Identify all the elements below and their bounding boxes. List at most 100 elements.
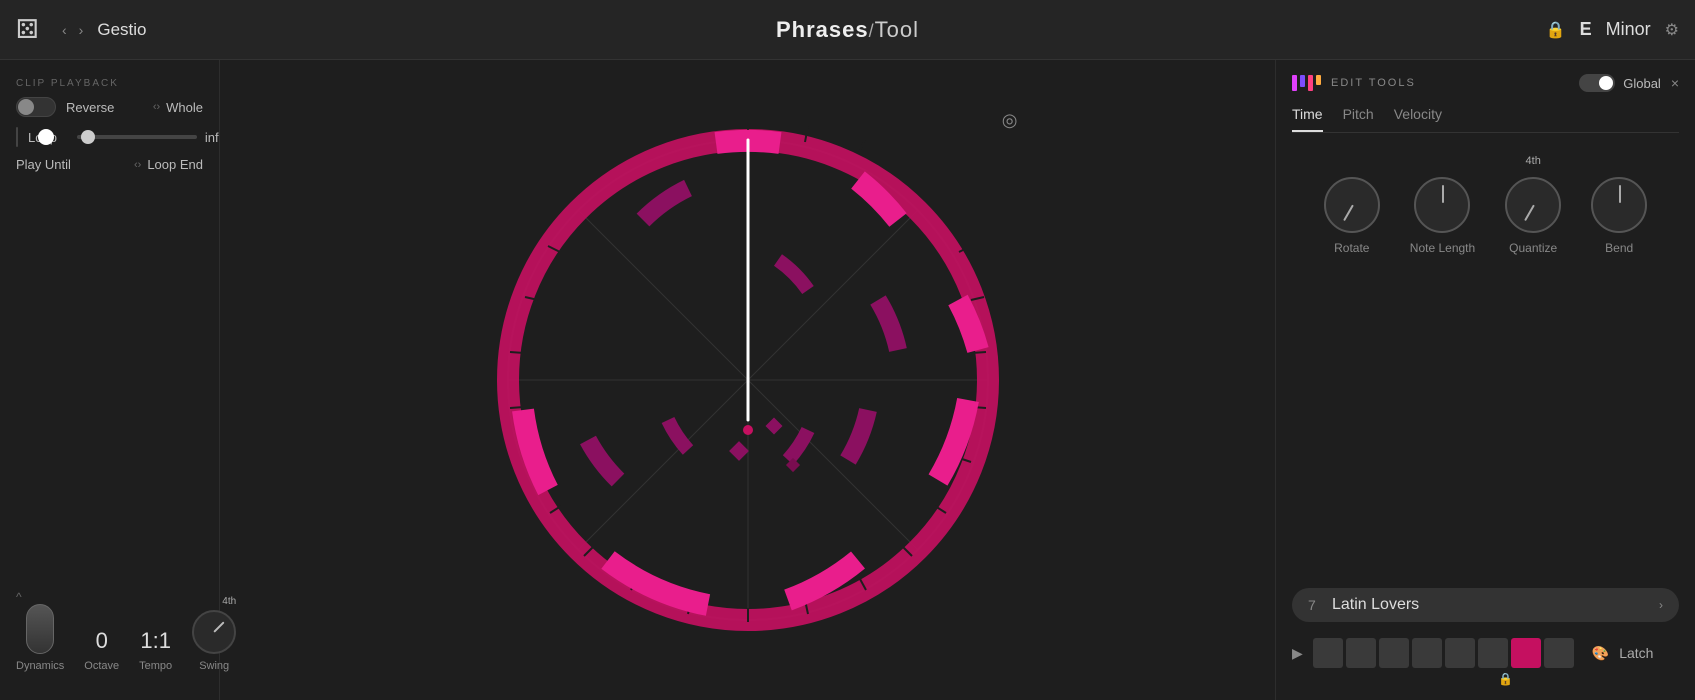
header-right: 🔒 E Minor ⚙ (1479, 19, 1679, 40)
key-mode[interactable]: Minor (1606, 19, 1651, 40)
spacer (1292, 295, 1679, 588)
loop-row: Loop inf (16, 127, 203, 147)
loop-end-value: Loop End (147, 157, 203, 172)
seq-lock-icon[interactable]: 🔒 (1498, 672, 1513, 686)
circular-sequencer-svg[interactable] (468, 100, 1028, 660)
bar4-icon (1316, 75, 1321, 85)
bottom-controls: Dynamics 0 Octave 1:1 Tempo 4th Swing (16, 604, 203, 682)
app-title: Gestio (97, 20, 146, 40)
seq-block-3[interactable] (1379, 638, 1409, 668)
tempo-value: 1:1 (140, 628, 171, 654)
global-label: Global (1623, 76, 1661, 91)
slider-value: inf (205, 130, 219, 145)
bar3-icon (1308, 75, 1313, 91)
dynamics-control: Dynamics (16, 604, 64, 672)
note-length-label: Note Length (1410, 241, 1475, 255)
phrase-selector[interactable]: 7 Latin Lovers › (1292, 588, 1679, 622)
reverse-row: Reverse ‹› Whole (16, 97, 203, 117)
bar1-icon (1292, 75, 1297, 91)
gear-icon[interactable]: ⚙ (1665, 20, 1679, 40)
header-left: ⚄ ‹ › Gestio (16, 14, 216, 46)
left-panel: CLIP PLAYBACK Reverse ‹› Whole Loop (0, 60, 220, 700)
note-length-knob[interactable] (1414, 177, 1470, 233)
seq-icons: 🎨 (1592, 645, 1609, 662)
loop-slider[interactable] (77, 135, 197, 139)
bend-label: Bend (1605, 241, 1633, 255)
seq-block-7[interactable] (1511, 638, 1541, 668)
header: ⚄ ‹ › Gestio Phrases/Tool 🔒 E Minor ⚙ (0, 0, 1695, 60)
bend-knob[interactable] (1591, 177, 1647, 233)
bar2-icon (1300, 75, 1305, 87)
whole-select[interactable]: ‹› Whole (153, 100, 203, 115)
whole-chevrons-icon: ‹› (153, 101, 160, 113)
tab-velocity[interactable]: Velocity (1394, 106, 1442, 132)
quantize-sublabel: 4th (1526, 155, 1541, 167)
rotate-control: Rotate (1324, 177, 1380, 255)
slider-thumb (81, 130, 95, 144)
rotate-label: Rotate (1334, 241, 1369, 255)
loop-end-select[interactable]: ‹› Loop End (134, 157, 203, 172)
seq-block-6[interactable] (1478, 638, 1508, 668)
edit-tools-header: EDIT TOOLS Global × (1292, 74, 1679, 92)
seq-block-8[interactable] (1544, 638, 1574, 668)
center-panel: ◎ (220, 60, 1275, 700)
circle-diagram: ◎ (468, 100, 1028, 660)
edit-tools-tabs: Time Pitch Velocity (1292, 106, 1679, 133)
note-length-control: Note Length (1410, 177, 1475, 255)
tab-time[interactable]: Time (1292, 106, 1323, 132)
tool-label: Tool (875, 17, 919, 42)
phrase-dropdown-icon: › (1659, 598, 1663, 612)
phrase-name: Latin Lovers (1332, 596, 1649, 614)
right-panel: EDIT TOOLS Global × Time Pitch Velocity … (1275, 60, 1695, 700)
play-until-row: Play Until ‹› Loop End (16, 157, 203, 172)
knob-grid: Rotate Note Length 4th Quantize (1292, 151, 1679, 265)
loop-end-chevrons-icon: ‹› (134, 159, 141, 171)
quantize-label: Quantize (1509, 241, 1557, 255)
play-button[interactable]: ▶ (1292, 645, 1303, 662)
seq-blocks (1313, 638, 1574, 668)
rotate-knob[interactable] (1324, 177, 1380, 233)
quantize-control: 4th Quantize (1505, 161, 1561, 255)
bend-control: Bend (1591, 177, 1647, 255)
nav-back-button[interactable]: ‹ (58, 20, 71, 40)
color-palette-icon[interactable]: 🎨 (1592, 645, 1609, 662)
bottom-section: ^ Dynamics 0 Octave 1:1 Tempo 4th (16, 590, 203, 682)
sequencer-row: ▶ 🎨 Latch (1292, 638, 1679, 668)
octave-label: Octave (84, 660, 119, 672)
clip-playback-label: CLIP PLAYBACK (16, 78, 203, 89)
octave-value: 0 (96, 628, 108, 654)
dynamics-knob[interactable] (26, 604, 54, 654)
app-logo-icon: ⚄ (16, 14, 48, 46)
reverse-toggle[interactable] (16, 97, 56, 117)
key-display[interactable]: E (1580, 19, 1592, 40)
seq-block-4[interactable] (1412, 638, 1442, 668)
panel-divider (16, 188, 203, 574)
seq-block-1[interactable] (1313, 638, 1343, 668)
reverse-label: Reverse (66, 100, 114, 115)
tempo-control: 1:1 Tempo (139, 628, 172, 672)
seq-block-5[interactable] (1445, 638, 1475, 668)
phrase-number: 7 (1308, 597, 1322, 613)
tempo-label: Tempo (139, 660, 172, 672)
latch-button[interactable]: Latch (1619, 645, 1653, 661)
clip-playback-section: CLIP PLAYBACK Reverse ‹› Whole Loop (16, 78, 203, 172)
tab-pitch[interactable]: Pitch (1343, 106, 1374, 132)
whole-value: Whole (166, 100, 203, 115)
seq-lock-area: 🔒 (1332, 672, 1679, 686)
lock-icon[interactable]: 🔒 (1546, 20, 1566, 40)
seq-block-2[interactable] (1346, 638, 1376, 668)
phrases-bold: Phrases (776, 17, 869, 42)
loop-toggle[interactable] (16, 127, 18, 147)
app-subtitle: Phrases/Tool (776, 17, 919, 43)
global-toggle-group: Global (1579, 74, 1661, 92)
edit-tools-label: EDIT TOOLS (1331, 77, 1569, 89)
quantize-knob[interactable] (1505, 177, 1561, 233)
header-center: Phrases/Tool (216, 17, 1479, 43)
octave-control: 0 Octave (84, 628, 119, 672)
nav-forward-button[interactable]: › (75, 20, 88, 40)
global-toggle[interactable] (1579, 74, 1615, 92)
close-button[interactable]: × (1671, 75, 1679, 91)
nav-arrows: ‹ › (58, 20, 87, 40)
crosshair-icon[interactable]: ◎ (1002, 110, 1018, 131)
expand-arrow-icon[interactable]: ^ (16, 590, 203, 604)
